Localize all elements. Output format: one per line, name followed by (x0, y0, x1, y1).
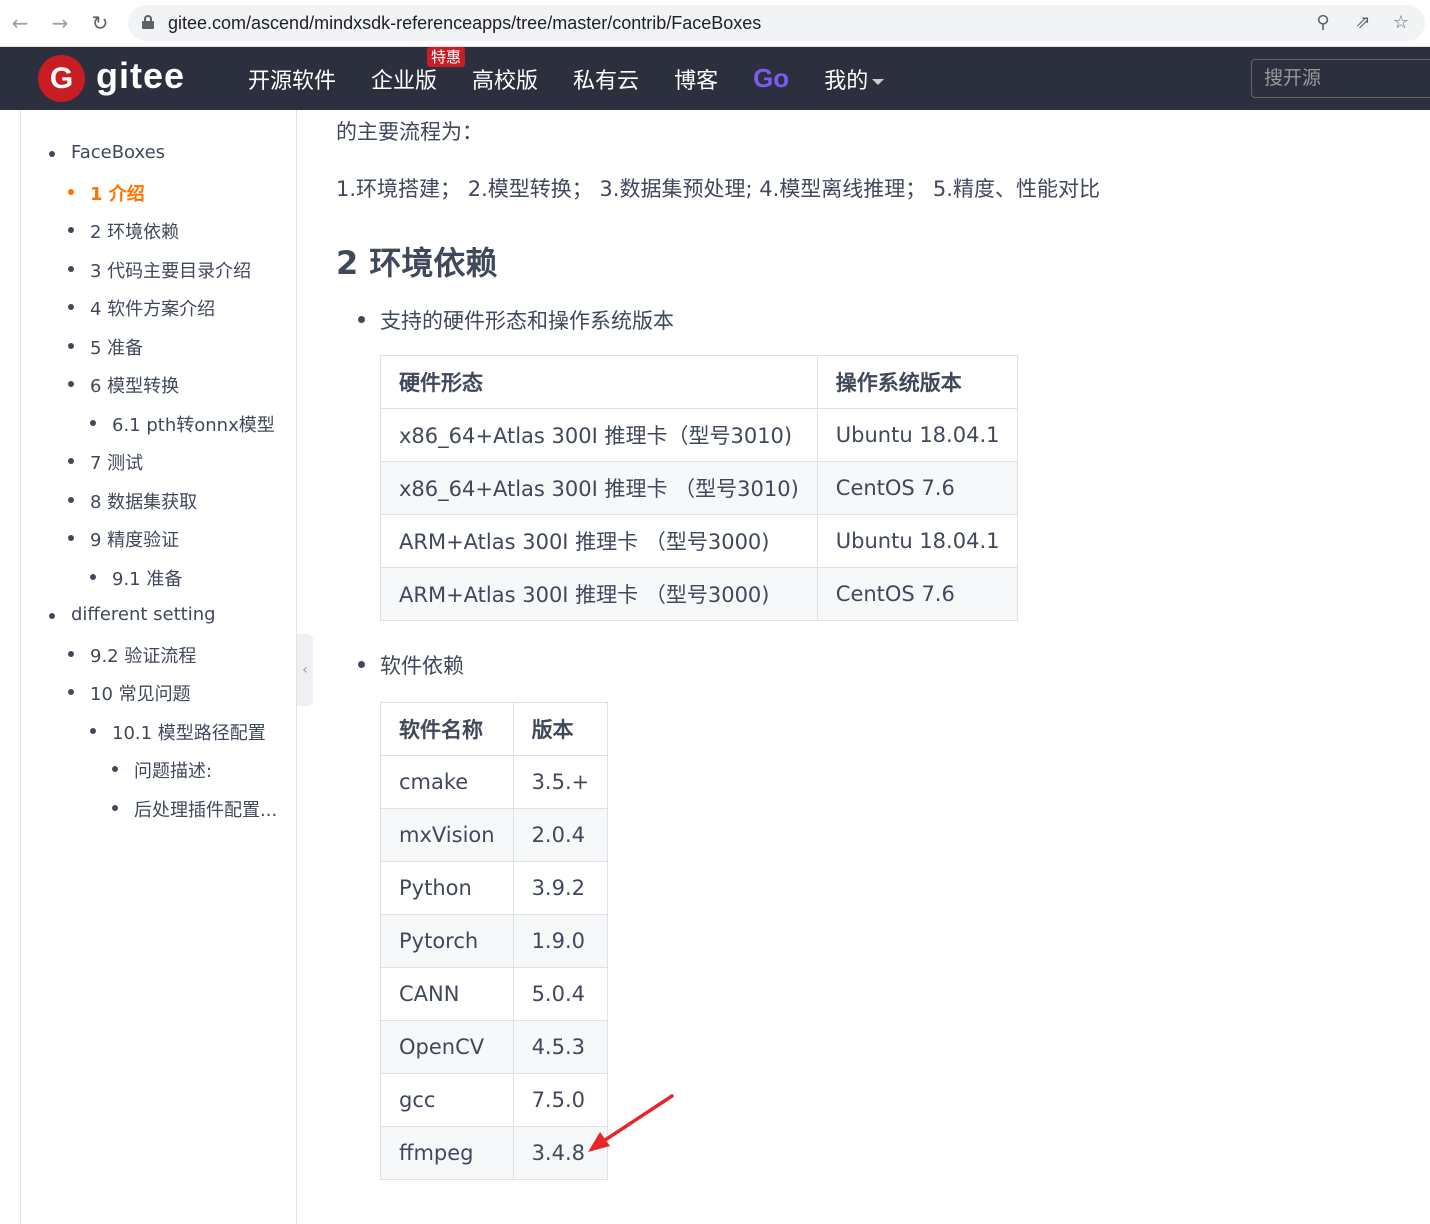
table-cell: Ubuntu 18.04.1 (816, 408, 1019, 462)
bullet-software: 软件依赖 (358, 650, 464, 680)
browser-toolbar: ← → ↻ gitee.com/ascend/mindxsdk-referenc… (0, 0, 1430, 47)
top-nav: 开源软件 企业版 特惠 高校版 私有云 博客 Go 我的 (248, 46, 919, 110)
table-cell: gcc (380, 1073, 514, 1127)
nav-enterprise[interactable]: 企业版 特惠 (371, 46, 466, 95)
nav-university[interactable]: 高校版 (472, 63, 538, 95)
table-cell: ffmpeg (380, 1126, 514, 1180)
table-cell: ARM+Atlas 300I 推理卡 （型号3000) (380, 514, 818, 568)
table-cell: Pytorch (380, 914, 514, 968)
table-row: Python 3.9.2 (380, 861, 609, 915)
table-row: ARM+Atlas 300I 推理卡 （型号3000) Ubuntu 18.04… (380, 514, 1019, 568)
toc-item[interactable]: 1 介绍 (68, 180, 145, 206)
bullet-hardware: 支持的硬件形态和操作系统版本 (358, 305, 674, 335)
table-cell: CentOS 7.6 (816, 461, 1019, 515)
nav-private-cloud[interactable]: 私有云 (573, 63, 639, 95)
toc-item[interactable]: 9 精度验证 (67, 526, 179, 552)
table-header-cell: 操作系统版本 (816, 355, 1019, 409)
table-cell: 3.9.2 (512, 861, 609, 915)
intro-tail-text: 的主要流程为： (336, 120, 483, 144)
table-cell: Python (380, 861, 514, 915)
search-input[interactable]: 搜开源 (1251, 59, 1430, 98)
toc-item[interactable]: different setting (49, 604, 216, 625)
promo-badge: 特惠 (427, 46, 466, 67)
table-header-cell: 软件名称 (380, 702, 514, 756)
table-header-row: 软件名称 版本 (380, 702, 609, 756)
nav-go[interactable]: Go (753, 63, 789, 94)
steps-text: 1.环境搭建； 2.模型转换； 3.数据集预处理; 4.模型离线推理； 5.精度… (336, 177, 1100, 201)
url-text[interactable]: gitee.com/ascend/mindxsdk-referenceapps/… (168, 13, 761, 34)
table-cell: 2.0.4 (512, 808, 609, 862)
nav-mine-label[interactable]: 我的 (824, 69, 868, 94)
nav-open-source[interactable]: 开源软件 (248, 63, 336, 95)
toc-sidebar: FaceBoxes 1 介绍 2 环境依赖 3 代码主要目录介绍 4 软件方案介… (20, 110, 297, 1224)
table-cell: 3.5.+ (512, 755, 609, 809)
toc-item[interactable]: 9.1 准备 (89, 565, 182, 591)
toc-item[interactable]: 后处理插件配置... (111, 796, 277, 822)
table-row: mxVision 2.0.4 (380, 808, 609, 862)
nav-mine[interactable]: 我的 (824, 63, 885, 95)
table-cell: x86_64+Atlas 300I 推理卡 （型号3010) (380, 461, 818, 515)
chevron-down-icon (872, 78, 885, 85)
table-cell: cmake (380, 755, 514, 809)
toc-item[interactable]: 8 数据集获取 (67, 488, 197, 514)
section-heading: 2 环境依赖 (336, 244, 498, 282)
toc-item[interactable]: 7 测试 (67, 449, 143, 475)
red-annotation-arrow-icon (588, 1094, 674, 1152)
toc-item[interactable]: 10.1 模型路径配置 (90, 719, 266, 745)
toc-item[interactable]: 2 环境依赖 (67, 218, 179, 244)
table-cell: 5.0.4 (512, 967, 609, 1021)
back-arrow-icon[interactable]: ← (8, 11, 32, 35)
gitee-logo-icon[interactable]: G (38, 55, 85, 102)
toc-item[interactable]: 10 常见问题 (68, 680, 191, 706)
lock-icon (142, 15, 154, 29)
table-cell: Ubuntu 18.04.1 (816, 514, 1019, 568)
table-header-row: 硬件形态 操作系统版本 (380, 355, 1019, 409)
table-cell: OpenCV (380, 1020, 514, 1074)
toc-item[interactable]: FaceBoxes (48, 142, 165, 163)
nav-enterprise-label[interactable]: 企业版 (371, 69, 437, 94)
table-row: cmake 3.5.+ (380, 755, 609, 809)
table-cell: CentOS 7.6 (816, 567, 1019, 621)
table-cell: CANN (380, 967, 514, 1021)
toc-item[interactable]: 6 模型转换 (67, 372, 179, 398)
table-row: OpenCV 4.5.3 (380, 1020, 609, 1074)
table-row: CANN 5.0.4 (380, 967, 609, 1021)
table-row: gcc 7.5.0 (380, 1073, 609, 1127)
table-cell: 4.5.3 (512, 1020, 609, 1074)
zoom-icon[interactable]: ⚲ (1311, 11, 1335, 35)
table-row: x86_64+Atlas 300I 推理卡 （型号3010) CentOS 7.… (380, 461, 1019, 515)
gitee-logo-text[interactable]: gitee (96, 55, 185, 97)
address-bar[interactable]: gitee.com/ascend/mindxsdk-referenceapps/… (128, 5, 1425, 41)
table-row: Pytorch 1.9.0 (380, 914, 609, 968)
table-header-cell: 硬件形态 (380, 355, 818, 409)
toc-item[interactable]: 4 软件方案介绍 (67, 295, 215, 321)
table-header-cell: 版本 (512, 702, 609, 756)
hardware-os-table: 硬件形态 操作系统版本 x86_64+Atlas 300I 推理卡（型号3010… (380, 355, 1019, 621)
share-icon[interactable]: ⇗ (1351, 11, 1375, 35)
toc-item[interactable]: 问题描述: (111, 757, 212, 783)
table-row: ffmpeg 3.4.8 (380, 1126, 609, 1180)
toc-item[interactable]: 3 代码主要目录介绍 (67, 257, 251, 283)
site-header: G gitee 开源软件 企业版 特惠 高校版 私有云 博客 Go 我的 搜开源 (0, 46, 1430, 110)
forward-arrow-icon[interactable]: → (48, 11, 72, 35)
toc-item[interactable]: 6.1 pth转onnx模型 (90, 411, 275, 437)
software-dependency-table: 软件名称 版本 cmake 3.5.+ mxVision 2.0.4 Pytho… (380, 702, 609, 1180)
table-cell: 1.9.0 (512, 914, 609, 968)
table-cell: ARM+Atlas 300I 推理卡 （型号3000) (380, 567, 818, 621)
sidebar-collapse-chevron-icon[interactable]: ‹ (297, 634, 313, 706)
table-row: x86_64+Atlas 300I 推理卡（型号3010) Ubuntu 18.… (380, 408, 1019, 462)
toc-item[interactable]: 5 准备 (67, 334, 143, 360)
table-cell: x86_64+Atlas 300I 推理卡（型号3010) (380, 408, 818, 462)
table-row: ARM+Atlas 300I 推理卡 （型号3000) CentOS 7.6 (380, 567, 1019, 621)
toc-item[interactable]: 9.2 验证流程 (67, 642, 196, 668)
bookmark-star-icon[interactable]: ☆ (1389, 11, 1413, 35)
reload-icon[interactable]: ↻ (88, 11, 112, 35)
table-cell: mxVision (380, 808, 514, 862)
nav-blog[interactable]: 博客 (674, 63, 718, 95)
